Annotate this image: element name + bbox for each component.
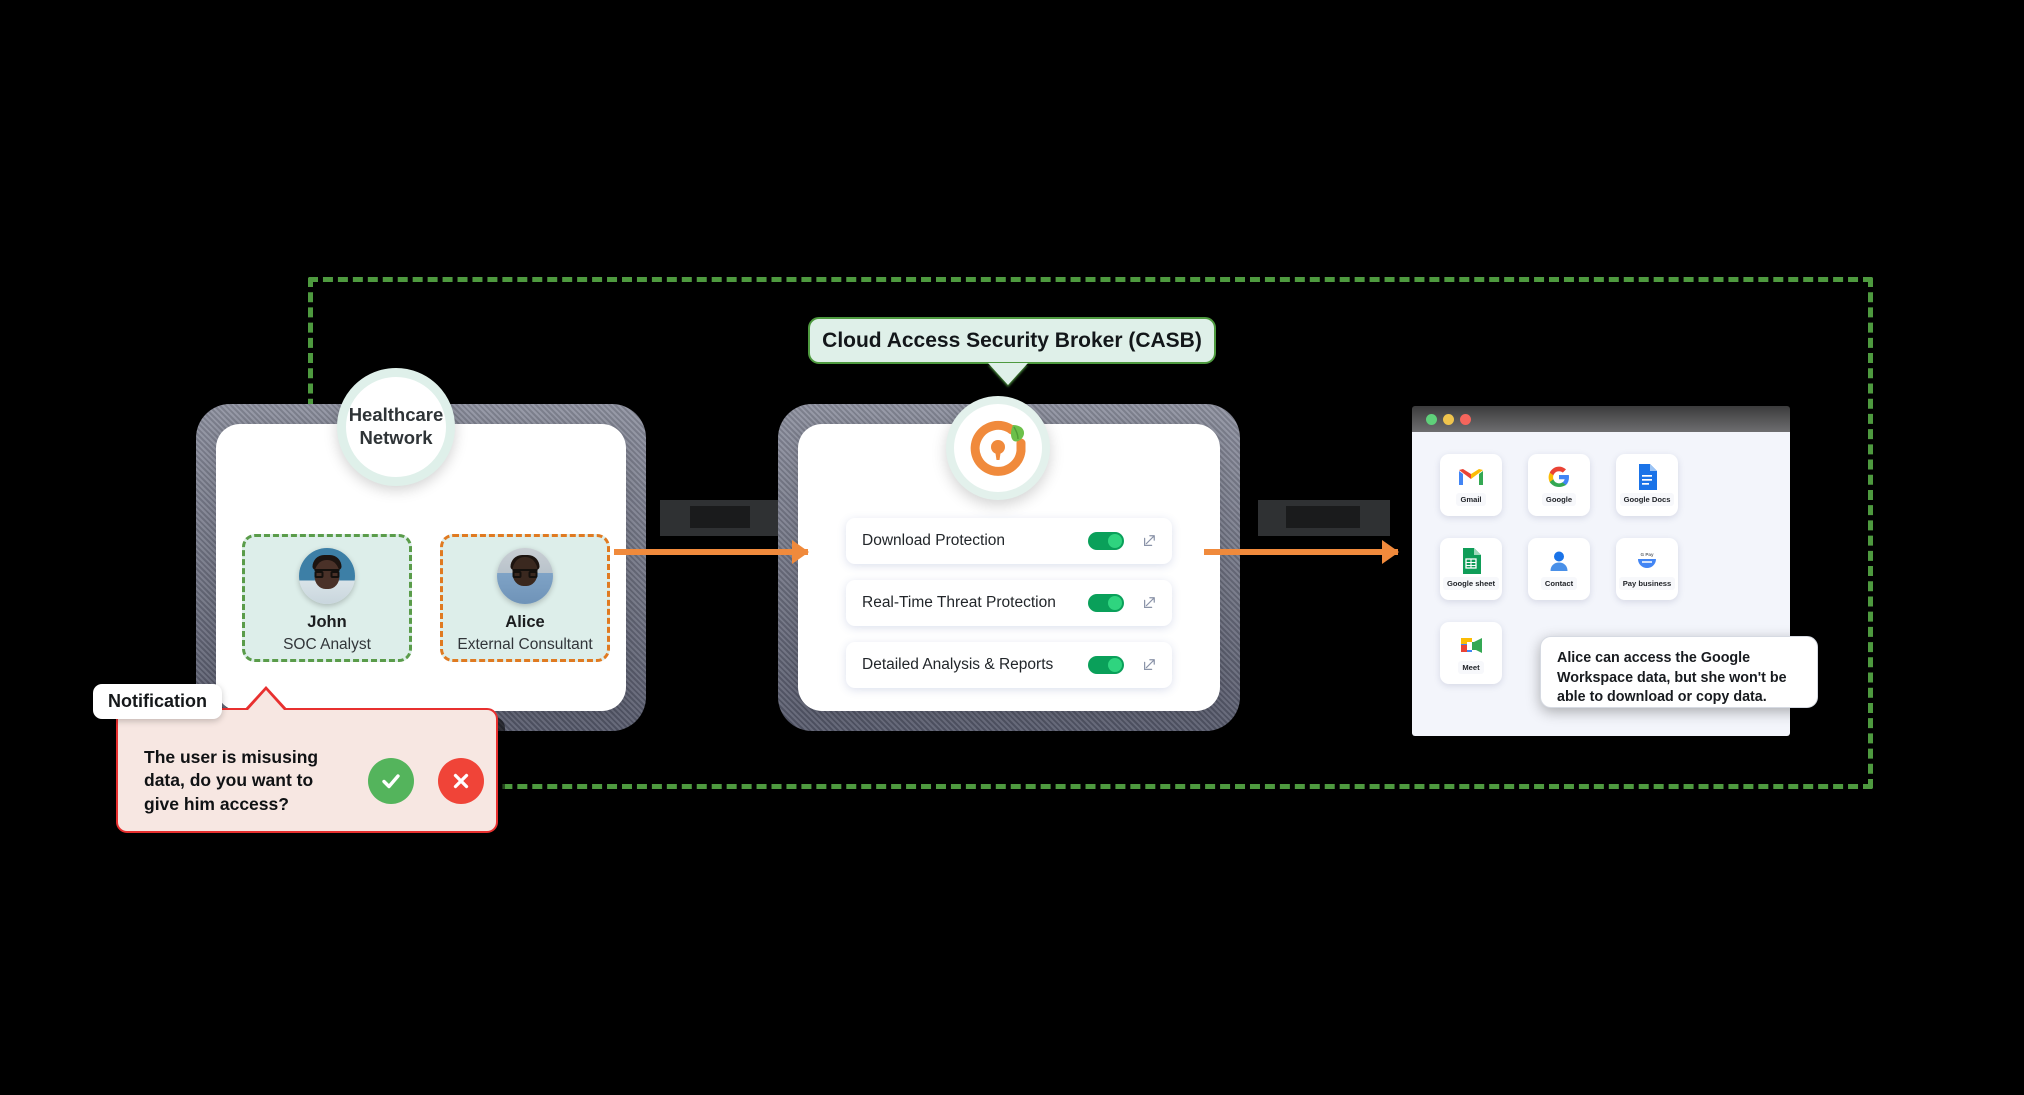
flow-arrow-casb-to-workspace <box>1204 540 1399 564</box>
feature-toggle[interactable] <box>1088 532 1124 550</box>
casb-title-badge: Cloud Access Security Broker (CASB) <box>808 317 1216 364</box>
user-name: Alice <box>505 613 545 631</box>
avatar-alice <box>497 548 553 604</box>
user-card-alice[interactable]: Alice External Consultant <box>440 534 610 662</box>
notification-popup: Notification The user is misusing data, … <box>93 684 498 833</box>
window-dot-yellow[interactable] <box>1443 413 1454 425</box>
cross-icon <box>453 774 469 789</box>
user-name: John <box>307 613 347 631</box>
feature-row[interactable]: Real-Time Threat Protection <box>846 580 1172 626</box>
user-card-list: John SOC Analyst Alice External Consulta… <box>242 534 610 662</box>
casb-title: Cloud Access Security Broker (CASB) <box>822 328 1202 352</box>
feature-toggle[interactable] <box>1088 594 1124 612</box>
casb-logo <box>946 396 1050 500</box>
notification-tab-label: Notification <box>93 684 222 719</box>
app-tile-google[interactable]: Google <box>1528 454 1590 516</box>
app-tile-pay-business[interactable]: G Pay Pay business <box>1616 538 1678 600</box>
google-docs-icon <box>1639 464 1657 490</box>
window-titlebar <box>1412 406 1790 432</box>
healthcare-network-badge: Healthcare Network <box>337 368 455 486</box>
casb-title-pointer <box>988 363 1028 385</box>
flow-arrow-network-to-casb <box>614 540 809 564</box>
notification-accept-button[interactable] <box>368 758 414 805</box>
app-label: Google Docs <box>1619 493 1675 506</box>
casb-shield-lock-leaf-icon <box>970 420 1026 476</box>
google-sheets-icon <box>1463 548 1481 574</box>
arrow-label-redaction-1b <box>690 506 750 528</box>
app-label: Google sheet <box>1442 577 1500 590</box>
casb-feature-list: Download Protection Real-Time Threat Pro… <box>846 518 1172 704</box>
expand-icon[interactable] <box>1142 596 1156 610</box>
check-icon <box>382 774 400 789</box>
feature-row[interactable]: Detailed Analysis & Reports <box>846 642 1172 688</box>
app-tile-contact[interactable]: Contact <box>1528 538 1590 600</box>
expand-icon[interactable] <box>1142 658 1156 672</box>
window-dot-red[interactable] <box>1460 413 1471 425</box>
feature-label: Detailed Analysis & Reports <box>862 656 1054 673</box>
network-badge-line2: Network <box>359 427 433 448</box>
expand-icon[interactable] <box>1142 534 1156 548</box>
user-role: SOC Analyst <box>283 636 371 653</box>
app-label: Meet <box>1458 661 1484 674</box>
app-tile-google-docs[interactable]: Google Docs <box>1616 454 1678 516</box>
gmail-icon <box>1459 469 1483 485</box>
notification-pointer <box>244 686 288 710</box>
contacts-icon <box>1550 551 1568 571</box>
google-meet-icon <box>1461 638 1482 653</box>
feature-label: Download Protection <box>862 532 1006 549</box>
avatar-john <box>299 548 355 604</box>
notification-message: The user is misusing data, do you want t… <box>144 747 319 814</box>
user-role: External Consultant <box>457 636 593 653</box>
feature-toggle[interactable] <box>1088 656 1124 674</box>
diagram-canvas: John SOC Analyst Alice External Consulta… <box>0 0 2024 1095</box>
app-tile-meet[interactable]: Meet <box>1440 622 1502 684</box>
notification-reject-button[interactable] <box>438 758 484 805</box>
workspace-tooltip: Alice can access the Google Workspace da… <box>1540 636 1818 708</box>
workspace-tooltip-text: Alice can access the Google Workspace da… <box>1557 650 1787 706</box>
feature-label: Real-Time Threat Protection <box>862 594 1056 611</box>
app-tile-gmail[interactable]: Gmail <box>1440 454 1502 516</box>
google-icon <box>1548 466 1569 487</box>
app-label: Pay business <box>1618 577 1676 590</box>
arrow-label-redaction-2b <box>1286 506 1360 528</box>
app-label: Contact <box>1540 577 1578 590</box>
user-card-john[interactable]: John SOC Analyst <box>242 534 412 662</box>
network-badge-line1: Healthcare <box>348 404 444 426</box>
google-pay-icon: G Pay <box>1638 552 1656 568</box>
app-tile-google-sheet[interactable]: Google sheet <box>1440 538 1502 600</box>
window-dot-green[interactable] <box>1426 413 1437 425</box>
app-label: Google <box>1541 493 1577 506</box>
app-label: Gmail <box>1456 493 1486 506</box>
feature-row[interactable]: Download Protection <box>846 518 1172 564</box>
svg-text:G Pay: G Pay <box>1640 552 1653 557</box>
